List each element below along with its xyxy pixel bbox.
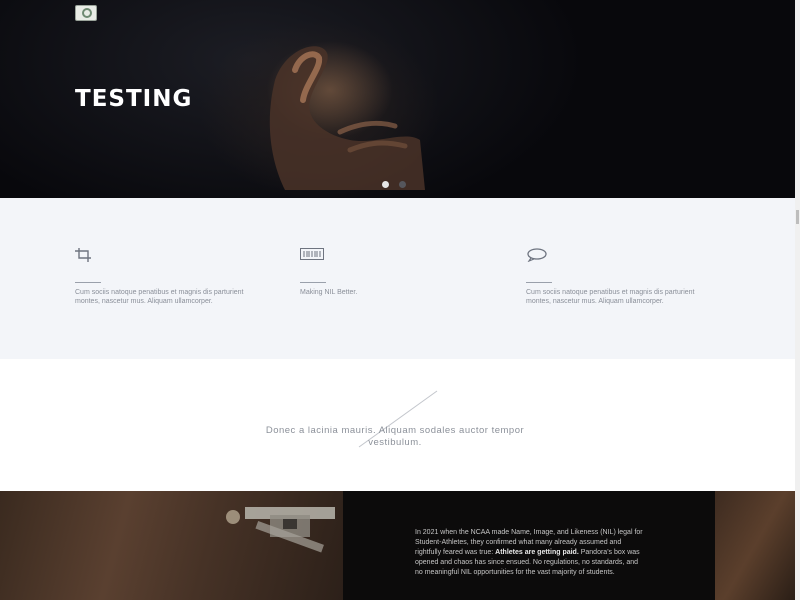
feature-text: Making NIL Better. <box>300 289 358 296</box>
feature-title <box>526 269 711 278</box>
hero-slider: TESTING <box>0 0 795 198</box>
story-text: In 2021 when the NCAA made Name, Image, … <box>415 528 647 578</box>
feature-divider <box>300 282 326 283</box>
feature-title <box>75 269 260 278</box>
barcode-icon <box>300 248 324 262</box>
feature-divider <box>75 282 101 283</box>
scrollbar-thumb[interactable] <box>796 210 799 224</box>
feature-divider <box>526 282 552 283</box>
slider-dot-1[interactable] <box>382 181 389 188</box>
hero-background-image <box>269 46 425 190</box>
feature-text: Cum sociis natoque penatibus et magnis d… <box>75 289 244 305</box>
crop-icon <box>75 248 95 262</box>
feature-text: Cum sociis natoque penatibus et magnis d… <box>526 289 695 305</box>
feature-item-2: Making NIL Better. <box>300 248 485 297</box>
feature-item-3: Cum sociis natoque penatibus et magnis d… <box>526 248 711 306</box>
quote-section: Donec a lacinia mauris. Aliquam sodales … <box>0 359 795 491</box>
slider-dot-2[interactable] <box>399 181 406 188</box>
feature-title <box>300 269 485 278</box>
chat-bubble-icon <box>526 248 547 263</box>
story-section: In 2021 when the NCAA made Name, Image, … <box>0 491 795 600</box>
slider-pagination <box>382 181 406 188</box>
page-scrollbar[interactable] <box>795 0 800 600</box>
quote-text: Donec a lacinia mauris. Aliquam sodales … <box>265 425 525 448</box>
features-section: Cum sociis natoque penatibus et magnis d… <box>0 198 795 359</box>
caliper-image <box>226 507 335 553</box>
story-side-image <box>715 491 795 600</box>
story-emphasis: Athletes are getting paid. <box>495 549 579 556</box>
site-logo[interactable] <box>75 5 97 21</box>
feature-item-1: Cum sociis natoque penatibus et magnis d… <box>75 248 260 306</box>
hero-title: TESTING <box>75 86 193 112</box>
